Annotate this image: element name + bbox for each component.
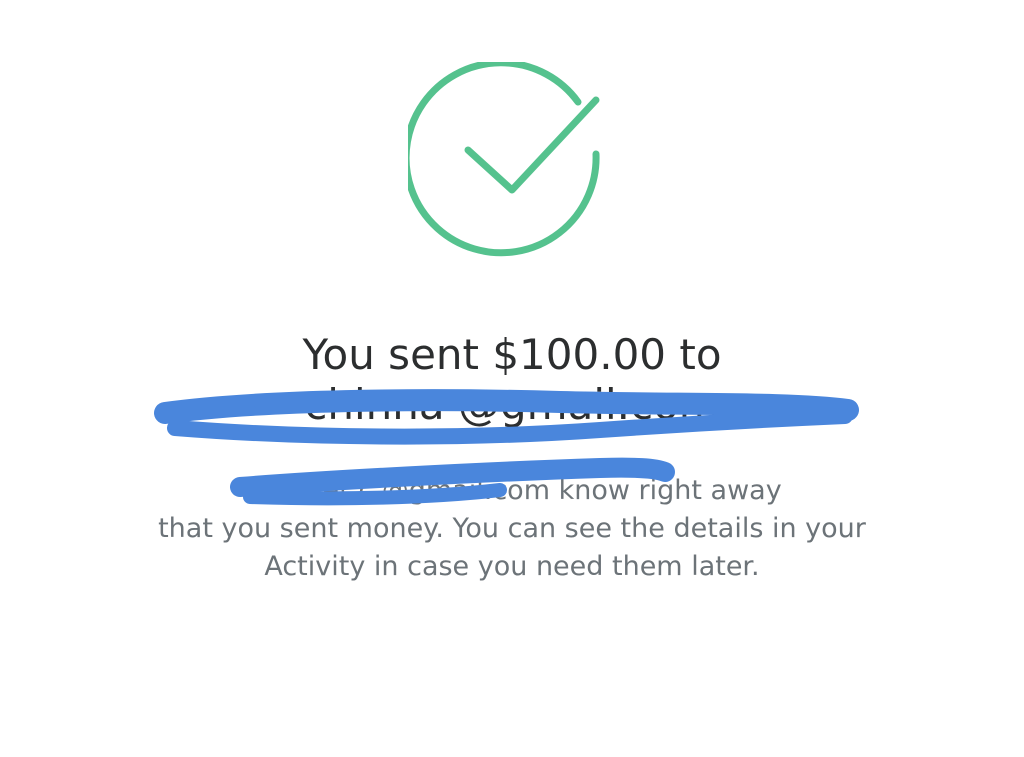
payment-confirmation-screen: You sent $100.00 to chinna @gmail.com We… (0, 0, 1024, 757)
details-line-2: that you sent money. You can see the det… (158, 513, 866, 544)
headline-amount-line: You sent $100.00 to (302, 330, 722, 379)
confirmation-details: We'll let c @gmail.com know right away t… (0, 472, 1024, 586)
details-line-1: We'll let c @gmail.com know right away (242, 475, 782, 506)
check-circle-icon (408, 62, 618, 272)
confirmation-headline: You sent $100.00 to chinna @gmail.com (0, 330, 1024, 430)
details-line-3: Activity in case you need them later. (264, 551, 760, 582)
recipient-email: chinna @gmail.com (304, 380, 720, 429)
